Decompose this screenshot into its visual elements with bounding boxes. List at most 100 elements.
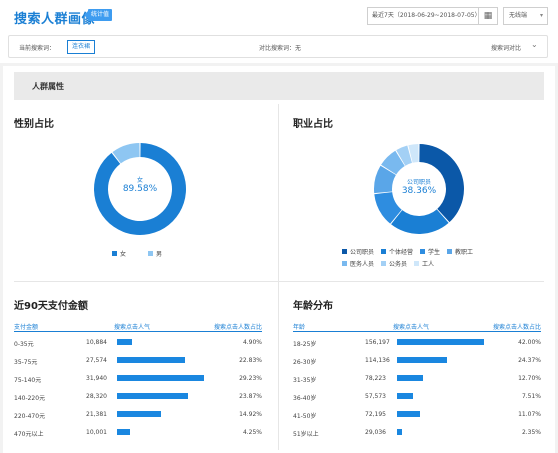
payment-table-row: 0-35元 10,884 4.90% [14, 332, 262, 350]
occupation-legend-item[interactable]: 公司职员 [342, 247, 374, 256]
payment-pct-cell: 4.25% [242, 429, 262, 436]
age-range-cell: 26-30岁 [293, 359, 317, 366]
page-title: 搜索人群画像 [14, 12, 96, 27]
payment-pct-cell: 4.90% [242, 339, 262, 346]
horizontal-divider [14, 281, 544, 282]
payment-popularity-cell: 10,884 [86, 339, 107, 346]
payment-popularity-cell: 21,381 [86, 411, 107, 418]
payment-pct-cell: 22.83% [239, 357, 262, 364]
occupation-title: 职业占比 [293, 119, 333, 130]
age-bar [397, 357, 448, 363]
payment-column-header[interactable]: 搜索点击人气 [114, 322, 150, 331]
payment-pct-cell: 29.23% [239, 375, 262, 382]
age-table-row: 41-50岁 72,195 11.07% [293, 404, 541, 422]
gender-title: 性别占比 [14, 119, 54, 130]
section-title: 人群属性 [32, 82, 64, 91]
payment-range-cell: 0-35元 [14, 341, 34, 348]
payment-range-cell: 35-75元 [14, 359, 38, 366]
occupation-legend-label: 个体经营 [389, 249, 414, 256]
occupation-legend-label: 工人 [422, 261, 435, 268]
payment-table-row: 35-75元 27,574 22.83% [14, 350, 262, 368]
gender-center-value: 89.58% [122, 184, 158, 194]
age-table: 年龄 搜索点击人气 搜索点击人数占比 18-25岁 156,197 42.00% 26-30… [293, 320, 541, 440]
payment-table: 支付金额 搜索点击人气 搜索点击人数占比 0-35元 10,884 4.90% 35-75元… [14, 320, 262, 440]
chevron-down-icon: ▾ [539, 12, 543, 19]
age-pct-cell: 7.51% [521, 393, 541, 400]
occupation-legend-item[interactable]: 教职工 [447, 247, 473, 256]
gender-legend-label: 男 [156, 251, 163, 258]
payment-range-cell: 220-470元 [14, 413, 46, 420]
keyword-compare-button[interactable]: 搜索词对比 [491, 43, 521, 52]
vertical-divider [278, 104, 279, 450]
occupation-center-name: 公司职员 [406, 179, 431, 186]
age-range-cell: 31-35岁 [293, 377, 317, 384]
terminal-select[interactable]: 无线端 ▾ [503, 7, 548, 25]
payment-bar [117, 411, 162, 417]
age-column-header[interactable]: 年龄 [293, 322, 305, 331]
age-bar [397, 393, 413, 399]
occupation-slice-1[interactable] [391, 209, 449, 234]
occupation-legend: 公司职员 个体经营 学生 教职工医务人员 公务员 工人 [342, 247, 512, 271]
payment-title: 近90天支付金额 [14, 301, 88, 312]
occupation-legend-item[interactable]: 个体经营 [381, 247, 413, 256]
payment-pct-cell: 23.87% [239, 393, 262, 400]
gender-legend-item[interactable]: 女 [112, 249, 126, 258]
payment-table-row: 140-220元 28,320 23.87% [14, 386, 262, 404]
age-column-header[interactable]: 搜索点击人气 [393, 322, 429, 331]
age-table-row: 26-30岁 114,136 24.37% [293, 350, 541, 368]
terminal-select-value: 无线端 [509, 12, 528, 19]
payment-popularity-cell: 28,320 [86, 393, 107, 400]
occupation-donut-center: 公司职员 38.36% [389, 177, 449, 196]
age-range-cell: 51岁以上 [293, 431, 319, 438]
age-pct-cell: 11.07% [518, 411, 541, 418]
age-table-row: 18-25岁 156,197 42.00% [293, 332, 541, 350]
age-bar [397, 411, 420, 417]
current-keyword-chip[interactable]: 连衣裙 [67, 40, 96, 54]
payment-bar [117, 357, 185, 363]
gender-donut-center: 女 89.58% [112, 175, 168, 194]
age-popularity-cell: 29,036 [365, 429, 386, 436]
payment-pct-cell: 14.92% [239, 411, 262, 418]
age-popularity-cell: 114,136 [365, 357, 390, 364]
age-range-cell: 41-50岁 [293, 413, 317, 420]
section-header: 人群属性 [14, 72, 544, 100]
age-range-cell: 36-40岁 [293, 395, 317, 402]
calendar-icon[interactable]: ▦ [478, 7, 498, 25]
occupation-legend-label: 公司职员 [350, 249, 375, 256]
payment-bar [117, 393, 189, 399]
gender-legend-label: 女 [120, 251, 127, 258]
age-popularity-cell: 156,197 [365, 339, 390, 346]
age-table-row: 51岁以上 29,036 2.35% [293, 422, 541, 440]
age-column-header[interactable]: 搜索点击人数占比 [493, 322, 541, 331]
payment-range-cell: 75-140元 [14, 377, 42, 384]
occupation-legend-item[interactable]: 医务人员 [342, 259, 374, 268]
gender-legend-item[interactable]: 男 [148, 249, 162, 258]
chevron-down-icon[interactable]: ⌄ [531, 40, 538, 49]
age-pct-cell: 12.70% [518, 375, 541, 382]
occupation-legend-swatch [447, 249, 453, 254]
payment-bar [117, 375, 204, 381]
page-header: 搜索人群画像 统计值 最近7天（2018-06-29~2018-07-05） ▦… [0, 0, 558, 30]
occupation-legend-swatch [381, 249, 387, 254]
payment-column-header[interactable]: 支付金额 [14, 322, 38, 331]
age-popularity-cell: 72,195 [365, 411, 386, 418]
compare-bar: 当前搜索词： 连衣裙 对比搜索词：无 搜索词对比 ⌄ [8, 35, 548, 58]
age-bar [397, 429, 402, 435]
age-popularity-cell: 78,223 [365, 375, 386, 382]
payment-popularity-cell: 27,574 [86, 357, 107, 364]
payment-popularity-cell: 31,940 [86, 375, 107, 382]
occupation-legend-item[interactable]: 学生 [420, 247, 440, 256]
occupation-legend-label: 医务人员 [350, 261, 375, 268]
age-popularity-cell: 57,573 [365, 393, 386, 400]
age-table-header: 年龄 搜索点击人气 搜索点击人数占比 [293, 320, 541, 332]
age-bar [397, 339, 484, 345]
payment-column-header[interactable]: 搜索点击人数占比 [214, 322, 262, 331]
age-table-row: 36-40岁 57,573 7.51% [293, 386, 541, 404]
payment-range-cell: 140-220元 [14, 395, 46, 402]
age-pct-cell: 24.37% [518, 357, 541, 364]
age-table-row: 31-35岁 78,223 12.70% [293, 368, 541, 386]
occupation-legend-item[interactable]: 工人 [414, 259, 434, 268]
payment-table-row: 75-140元 31,940 29.23% [14, 368, 262, 386]
occupation-legend-item[interactable]: 公务员 [381, 259, 407, 268]
payment-popularity-cell: 10,001 [86, 429, 107, 436]
